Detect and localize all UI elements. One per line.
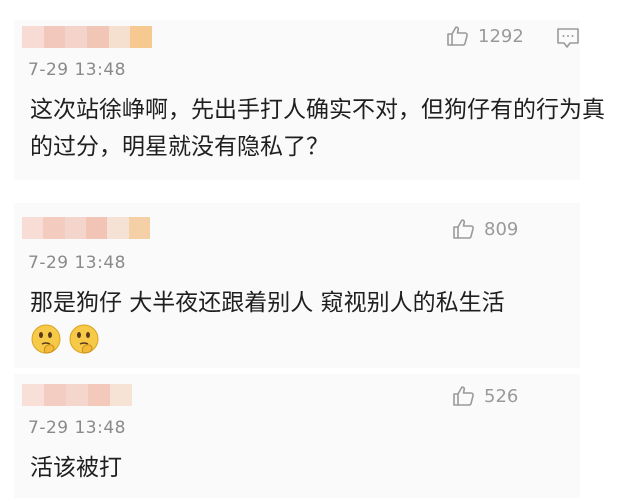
comment-text: 活该被打 — [30, 455, 122, 481]
like-button[interactable]: 1292 — [446, 24, 524, 48]
thinking-emoji-icon — [31, 324, 61, 354]
comment-timestamp: 7-29 13:48 — [28, 418, 126, 438]
thumbs-up-icon — [447, 26, 468, 46]
comment-timestamp: 7-29 13:48 — [28, 60, 126, 80]
comment-text: 那是狗仔 大半夜还跟着别人 窥视别人的私生活 — [30, 290, 505, 316]
thinking-emoji-icon — [69, 324, 99, 354]
comment-3: 7-29 13:48 526 活该被打 — [0, 372, 640, 501]
like-count: 1292 — [478, 25, 524, 47]
thumbs-up-icon — [453, 386, 474, 406]
like-button[interactable]: 809 — [452, 217, 518, 241]
blurred-username — [22, 384, 132, 406]
like-count: 526 — [484, 385, 519, 407]
emoji-row — [30, 323, 100, 355]
blurred-username — [22, 217, 150, 239]
comment-1: 7-29 13:48 1292 这次站徐峥啊，先出手打人确实不对，但狗仔有的行为… — [0, 0, 640, 190]
blurred-username — [22, 26, 152, 48]
comment-timestamp: 7-29 13:48 — [28, 253, 126, 273]
thumbs-up-icon — [453, 219, 474, 239]
like-button[interactable]: 526 — [452, 384, 518, 408]
comment-text: 这次站徐峥啊，先出手打人确实不对，但狗仔有的行为真的过分，明星就没有隐私了？ — [30, 97, 605, 160]
comment-bubble-icon[interactable] — [555, 26, 581, 50]
like-count: 809 — [484, 218, 519, 240]
comment-2: 7-29 13:48 809 那是狗仔 大半夜还跟着别人 窥视别人的私生活 — [0, 195, 640, 370]
